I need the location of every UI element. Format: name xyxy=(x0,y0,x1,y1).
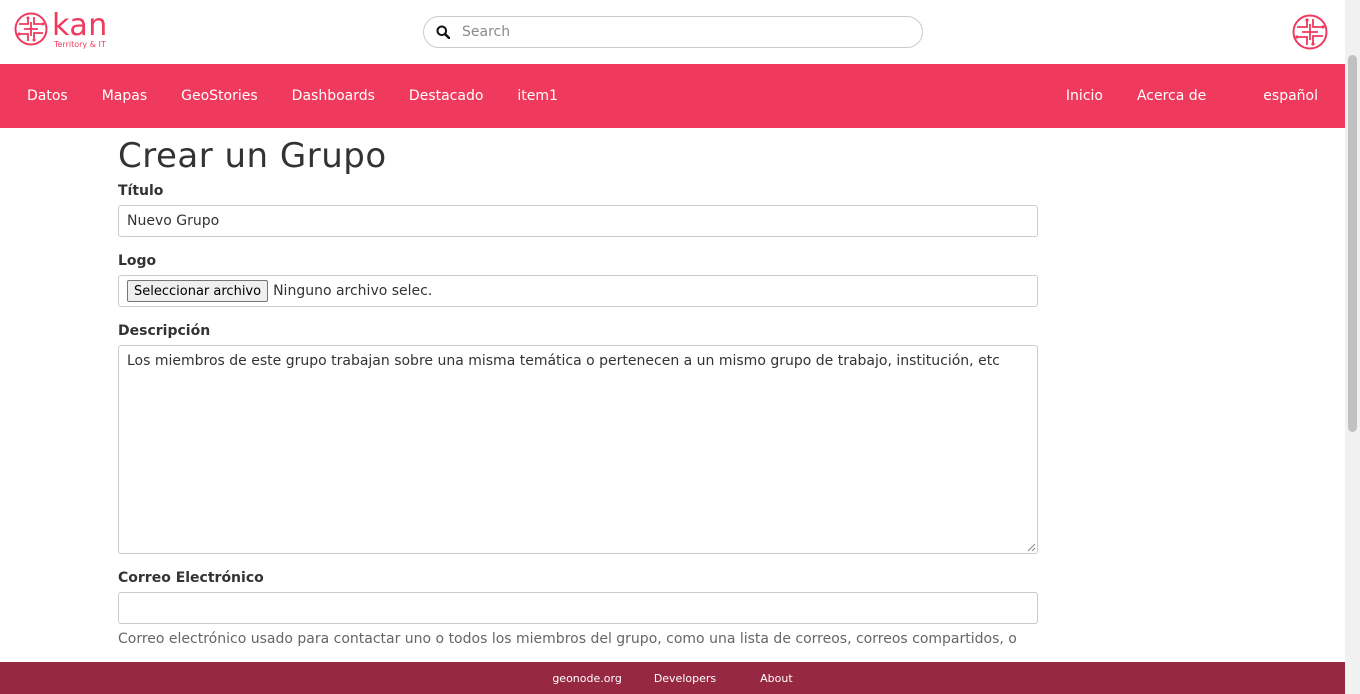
nav-left-menu: Datos Mapas GeoStories Dashboards Destac… xyxy=(10,64,575,128)
email-input[interactable] xyxy=(118,592,1038,624)
nav-item-mapas[interactable]: Mapas xyxy=(85,88,164,104)
nav-item-item1[interactable]: item1 xyxy=(500,88,575,104)
nav-item-acerca-de[interactable]: Acerca de xyxy=(1120,88,1246,104)
file-status-text: Ninguno archivo selec. xyxy=(273,283,433,299)
top-header: kan Territory & IT xyxy=(0,0,1345,64)
description-label: Descripción xyxy=(118,323,211,339)
nav-item-geostories[interactable]: GeoStories xyxy=(164,88,275,104)
brand-logo-link[interactable]: kan Territory & IT xyxy=(14,8,108,49)
logo-label: Logo xyxy=(118,253,157,269)
nav-item-datos[interactable]: Datos xyxy=(10,88,85,104)
create-group-form: Crear un Grupo Título Nuevo Grupo Logo S… xyxy=(118,128,1038,647)
nav-right-menu: Inicio Acerca de español xyxy=(1049,64,1335,128)
nav-item-destacado[interactable]: Destacado xyxy=(392,88,500,104)
user-avatar-icon[interactable] xyxy=(1292,14,1328,50)
kan-logo-icon xyxy=(14,12,48,46)
description-value: Los miembros de este grupo trabajan sobr… xyxy=(127,353,1000,369)
footer-link-geonode[interactable]: geonode.org xyxy=(536,672,637,685)
brand-subtitle: Territory & IT xyxy=(54,40,106,49)
footer: geonode.org Developers About xyxy=(0,662,1345,694)
footer-link-developers[interactable]: Developers xyxy=(638,672,732,685)
footer-link-about[interactable]: About xyxy=(732,672,809,685)
description-textarea[interactable]: Los miembros de este grupo trabajan sobr… xyxy=(118,345,1038,554)
email-help-text: Correo electrónico usado para contactar … xyxy=(118,631,1017,647)
search-input[interactable] xyxy=(462,18,922,46)
choose-file-button[interactable]: Seleccionar archivo xyxy=(127,280,269,302)
resize-grip-icon[interactable] xyxy=(1026,542,1036,552)
language-selector[interactable]: español xyxy=(1246,88,1335,104)
title-input-value: Nuevo Grupo xyxy=(127,213,220,229)
search-bar xyxy=(423,16,923,48)
nav-item-inicio[interactable]: Inicio xyxy=(1049,88,1120,104)
page-scrollbar[interactable] xyxy=(1345,0,1360,694)
brand-name: kan xyxy=(52,8,108,43)
title-label: Título xyxy=(118,183,164,199)
search-icon[interactable] xyxy=(424,25,462,39)
email-label: Correo Electrónico xyxy=(118,570,264,586)
logo-file-input: Seleccionar archivo Ninguno archivo sele… xyxy=(118,275,1038,307)
main-navbar: Datos Mapas GeoStories Dashboards Destac… xyxy=(0,64,1345,128)
page-title: Crear un Grupo xyxy=(118,136,387,176)
scrollbar-thumb[interactable] xyxy=(1348,55,1357,432)
title-input[interactable]: Nuevo Grupo xyxy=(118,205,1038,237)
nav-item-dashboards[interactable]: Dashboards xyxy=(275,88,392,104)
